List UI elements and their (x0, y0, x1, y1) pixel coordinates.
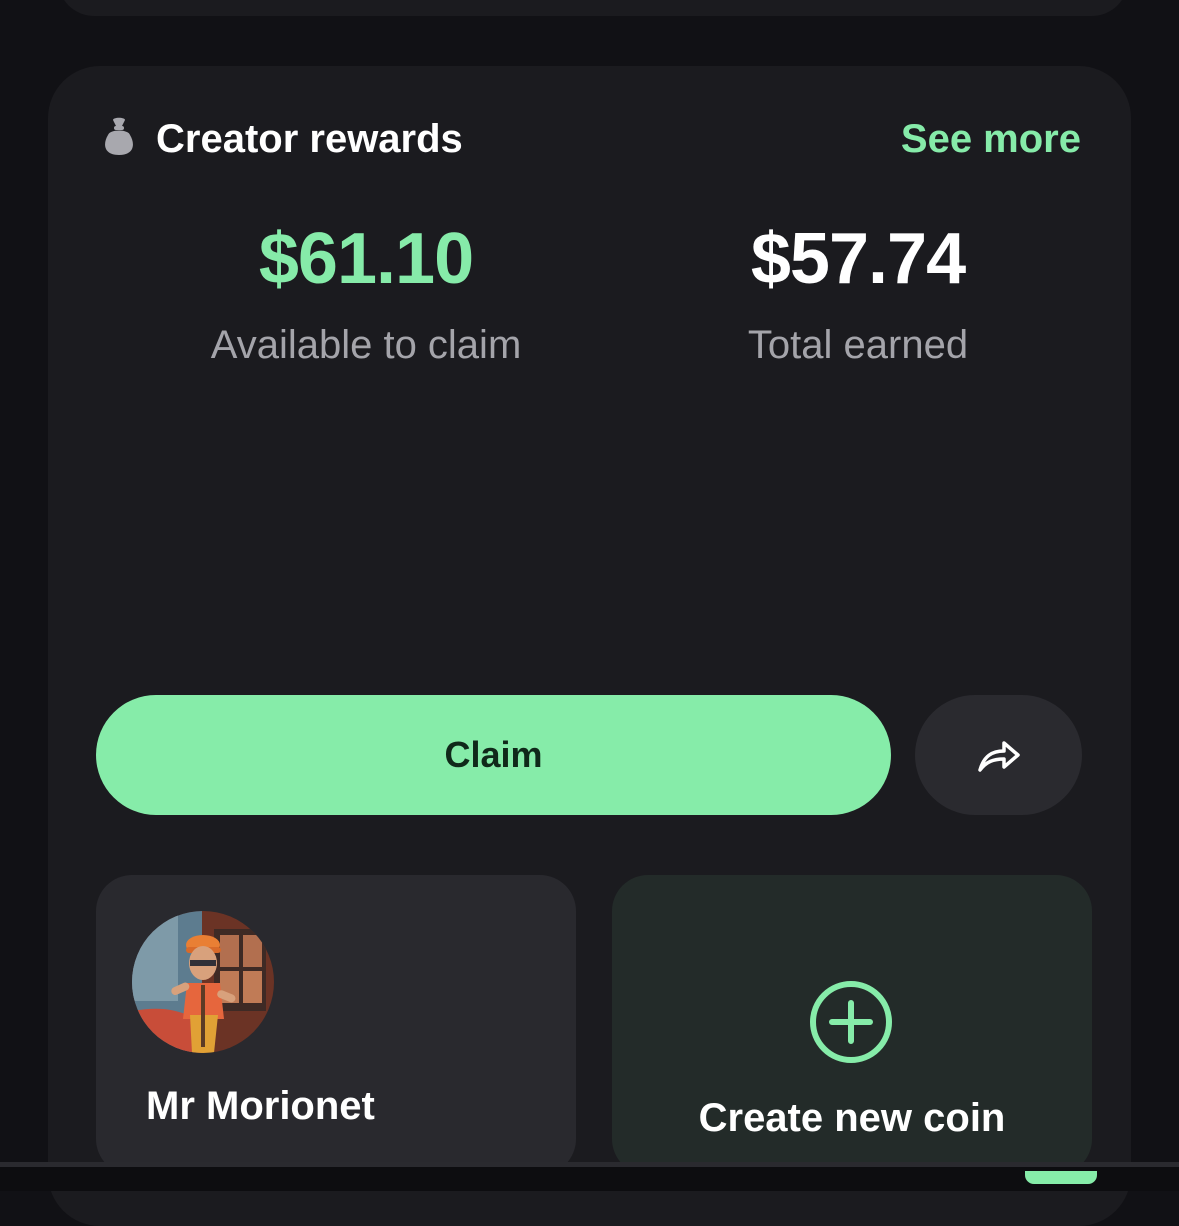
total-earned-stat: $57.74 Total earned (648, 218, 1068, 370)
bottom-accent-indicator (1025, 1171, 1097, 1184)
claim-button-label: Claim (444, 734, 543, 775)
previous-card-edge (58, 0, 1128, 16)
total-earned-label: Total earned (747, 323, 969, 367)
claim-button[interactable]: Claim (96, 695, 891, 815)
creator-rewards-card: Creator rewards See more $61.10 Availabl… (48, 66, 1131, 1226)
share-arrow-icon (977, 741, 1020, 772)
claimable-amount: $61.10 (258, 219, 474, 299)
see-more-link[interactable]: See more (901, 114, 1081, 164)
create-new-coin-tile[interactable]: Create new coin (612, 875, 1092, 1175)
plus-circle-icon (810, 981, 892, 1063)
total-earned-amount: $57.74 (750, 219, 966, 299)
creator-coin-tile[interactable]: Mr Morionet (96, 875, 576, 1175)
bottom-bar (0, 1162, 1179, 1191)
avatar (132, 911, 274, 1053)
share-button[interactable] (915, 695, 1082, 815)
money-bag-icon (105, 117, 133, 155)
creator-rewards-header: Creator rewards See more (48, 66, 1131, 216)
creator-name: Mr Morionet (146, 1084, 375, 1128)
claimable-stat: $61.10 Available to claim (156, 218, 576, 370)
create-new-coin-label: Create new coin (698, 1096, 1006, 1140)
claimable-label: Available to claim (210, 323, 522, 367)
card-title: Creator rewards (156, 117, 463, 161)
